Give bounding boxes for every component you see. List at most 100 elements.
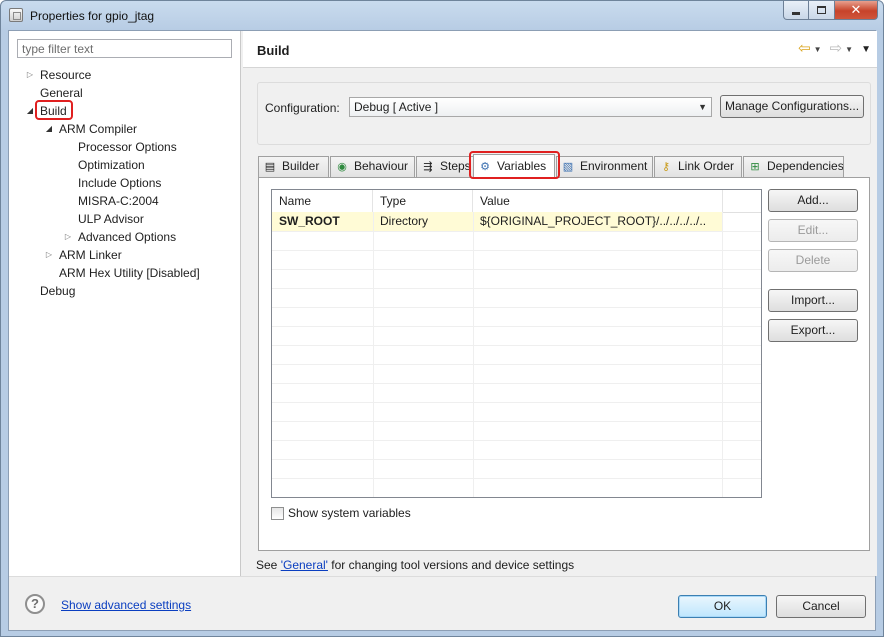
forward-history-dropdown-icon[interactable]: ▼ [845, 45, 853, 54]
row-divider [272, 345, 761, 346]
tab-link-order[interactable]: ⚷ Link Order [654, 156, 742, 177]
column-divider [373, 212, 374, 497]
view-menu-icon[interactable]: ▼ [861, 44, 871, 55]
tree-item-processor-options[interactable]: Processor Options [78, 138, 177, 156]
variable-value-cell[interactable]: ${ORIGINAL_PROJECT_ROOT}/../../../../.. [473, 212, 722, 231]
page-navigation: ⇦ ▼ ⇨ ▼ ▼ [798, 41, 871, 57]
manage-configurations-button[interactable]: Manage Configurations... [720, 95, 864, 118]
tree-item-ulp-advisor[interactable]: ULP Advisor [78, 210, 144, 228]
show-system-variables-checkbox[interactable] [271, 506, 284, 520]
expand-resource-icon[interactable]: ▷ [25, 66, 35, 84]
import-variables-button[interactable]: Import... [768, 289, 858, 312]
footnote-prefix: See [256, 558, 281, 572]
minimize-button[interactable] [783, 1, 809, 20]
footnote: See 'General' for changing tool versions… [256, 558, 574, 572]
tree-item-arm-linker[interactable]: ARM Linker [59, 246, 122, 264]
forward-arrow-icon[interactable]: ⇨ [830, 41, 843, 57]
minimize-icon [792, 11, 800, 15]
delete-variable-button[interactable]: Delete [768, 249, 858, 272]
row-divider [272, 231, 761, 232]
tree-item-arm-hex-utility[interactable]: ARM Hex Utility [Disabled] [59, 264, 200, 282]
close-icon: ✕ [850, 2, 862, 17]
row-divider [272, 326, 761, 327]
row-divider [272, 269, 761, 270]
window-title: Properties for gpio_jtag [30, 9, 155, 23]
column-header-type[interactable]: Type [373, 190, 473, 212]
dialog-button-bar: ? Show advanced settings OK Cancel [9, 576, 875, 630]
tree-item-debug[interactable]: Debug [40, 282, 75, 300]
collapse-build-icon[interactable]: ◢ [25, 102, 35, 120]
collapse-arm-compiler-icon[interactable]: ◢ [44, 120, 54, 138]
navigation-pane: ▷ Resource General ◢ Build ◢ ARM Compile… [9, 31, 240, 576]
pane-splitter[interactable] [240, 31, 241, 576]
configuration-label: Configuration: [265, 101, 340, 115]
row-divider [272, 440, 761, 441]
tab-dependencies[interactable]: ⊞ Dependencies [743, 156, 844, 177]
column-header-value[interactable]: Value [473, 190, 723, 212]
build-highlight-box [35, 100, 73, 120]
back-history-dropdown-icon[interactable]: ▼ [814, 45, 822, 54]
row-divider [272, 402, 761, 403]
properties-window: Properties for gpio_jtag ✕ ▷ Resource Ge… [0, 0, 884, 637]
dependencies-icon: ⊞ [750, 161, 760, 173]
close-button[interactable]: ✕ [835, 1, 878, 20]
column-header-name[interactable]: Name [272, 190, 373, 212]
row-divider [272, 478, 761, 479]
tab-builder[interactable]: ▤ Builder [258, 156, 329, 177]
tab-dependencies-label: Dependencies [767, 159, 844, 173]
back-arrow-icon[interactable]: ⇦ [798, 41, 811, 57]
tree-item-include-options[interactable]: Include Options [78, 174, 161, 192]
general-link[interactable]: 'General' [281, 558, 328, 572]
tree-item-resource[interactable]: Resource [40, 66, 91, 84]
show-advanced-settings-link[interactable]: Show advanced settings [61, 598, 191, 612]
behaviour-icon: ◉ [337, 161, 347, 173]
window-icon [9, 8, 23, 22]
configuration-group: Configuration: Debug [ Active ] ▼ Manage… [257, 82, 871, 145]
ok-button[interactable]: OK [678, 595, 767, 618]
chevron-down-icon: ▼ [698, 102, 707, 112]
row-divider [272, 421, 761, 422]
edit-variable-button[interactable]: Edit... [768, 219, 858, 242]
tab-behaviour-label: Behaviour [354, 159, 409, 173]
configuration-select[interactable]: Debug [ Active ] ▼ [349, 97, 712, 117]
filter-input[interactable] [17, 39, 232, 58]
tree-item-optimization[interactable]: Optimization [78, 156, 145, 174]
property-page: Build ⇦ ▼ ⇨ ▼ ▼ Configuration: Debug [ A… [243, 31, 877, 576]
row-divider [272, 307, 761, 308]
tab-steps-label: Steps [440, 159, 471, 173]
title-bar[interactable]: Properties for gpio_jtag ✕ [1, 1, 883, 30]
page-header: Build ⇦ ▼ ⇨ ▼ ▼ [243, 31, 877, 68]
configuration-value: Debug [ Active ] [354, 100, 439, 114]
row-divider [272, 250, 761, 251]
expand-advanced-options-icon[interactable]: ▷ [63, 228, 73, 246]
steps-icon: ⇶ [423, 161, 433, 173]
window-controls: ✕ [783, 1, 878, 20]
tree-item-arm-compiler[interactable]: ARM Compiler [59, 120, 137, 138]
dialog-client-area: ▷ Resource General ◢ Build ◢ ARM Compile… [8, 30, 877, 631]
tab-steps[interactable]: ⇶ Steps [416, 156, 474, 177]
variables-panel: Name Type Value SW_ROOT Directory ${ORIG… [258, 177, 870, 551]
export-variables-button[interactable]: Export... [768, 319, 858, 342]
row-divider [272, 364, 761, 365]
add-variable-button[interactable]: Add... [768, 189, 858, 212]
variables-tab-highlight-box [469, 151, 560, 179]
tab-link-order-label: Link Order [678, 159, 735, 173]
tab-behaviour[interactable]: ◉ Behaviour [330, 156, 415, 177]
tree-item-advanced-options[interactable]: Advanced Options [78, 228, 176, 246]
show-system-variables-row[interactable]: Show system variables [271, 505, 411, 521]
tab-environment[interactable]: ▧ Environment [556, 156, 653, 177]
row-divider [272, 459, 761, 460]
tree-item-misra[interactable]: MISRA-C:2004 [78, 192, 159, 210]
expand-arm-linker-icon[interactable]: ▷ [44, 246, 54, 264]
tab-strip: ▤ Builder ◉ Behaviour ⇶ Steps ⚙ Variable… [258, 151, 858, 179]
help-icon[interactable]: ? [25, 594, 45, 614]
variable-name-cell[interactable]: SW_ROOT [272, 212, 373, 231]
variables-table[interactable]: Name Type Value SW_ROOT Directory ${ORIG… [271, 189, 762, 498]
cancel-button[interactable]: Cancel [776, 595, 866, 618]
variable-type-cell[interactable]: Directory [373, 212, 473, 231]
row-divider [272, 383, 761, 384]
column-divider [722, 212, 723, 497]
column-divider [473, 212, 474, 497]
environment-icon: ▧ [562, 161, 574, 173]
maximize-button[interactable] [809, 1, 835, 20]
